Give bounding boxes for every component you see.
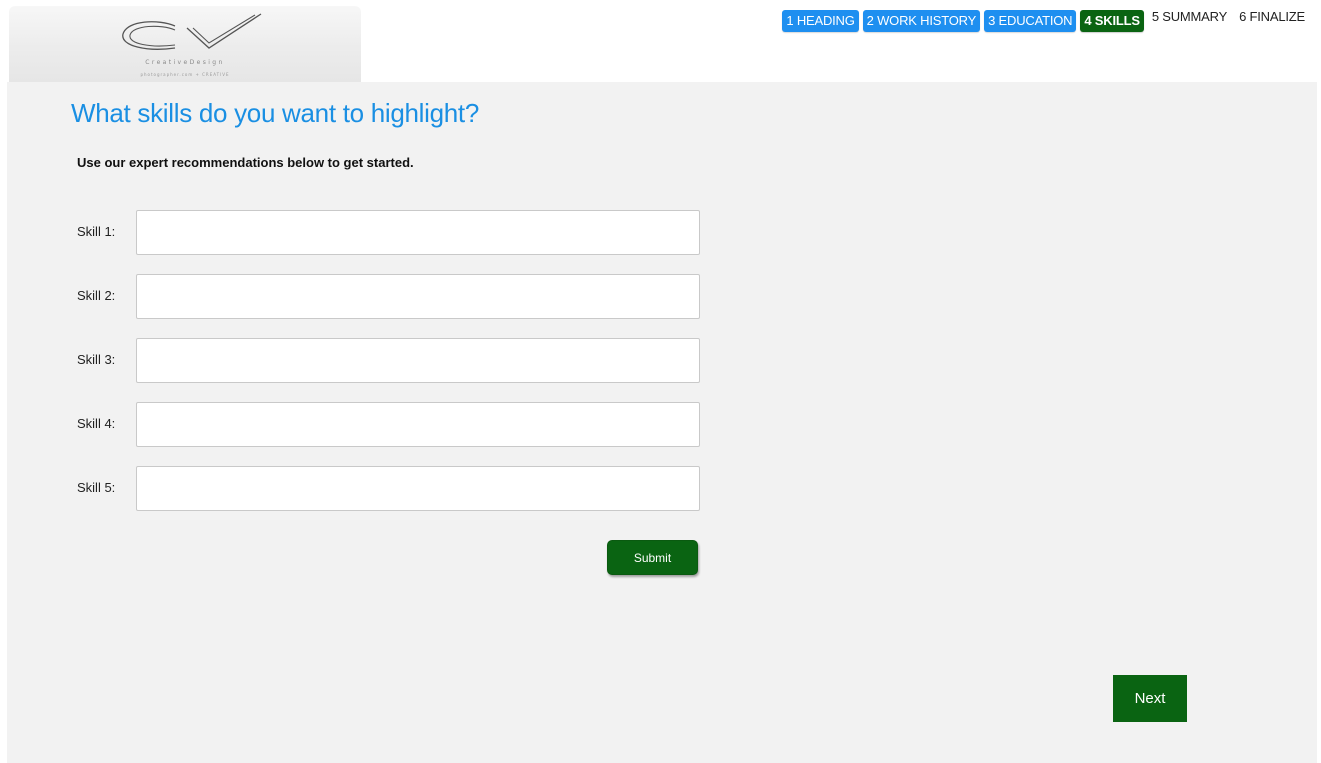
step-summary[interactable]: 5 SUMMARY (1148, 10, 1231, 28)
skill-5-label: Skill 5: (77, 480, 116, 495)
skill-2-label: Skill 2: (77, 288, 116, 303)
submit-button[interactable]: Submit (607, 540, 698, 575)
page-subtitle: Use our expert recommendations below to … (77, 155, 414, 170)
logo-subtext: photographer.com + CREATIVE (140, 72, 230, 77)
step-finalize[interactable]: 6 FINALIZE (1235, 10, 1309, 28)
skill-4-label: Skill 4: (77, 416, 116, 431)
step-navigation: 1 HEADING 2 WORK HISTORY 3 EDUCATION 4 S… (782, 10, 1309, 32)
cv-logo-mark-icon (122, 13, 262, 50)
skill-3-label: Skill 3: (77, 352, 116, 367)
skill-4-input[interactable] (136, 402, 700, 447)
step-work-history[interactable]: 2 WORK HISTORY (862, 10, 981, 32)
logo: CreativeDesign photographer.com + CREATI… (9, 6, 361, 82)
skill-1-input[interactable] (136, 210, 700, 255)
page: CreativeDesign photographer.com + CREATI… (0, 0, 1321, 763)
step-heading[interactable]: 1 HEADING (782, 10, 859, 32)
next-button[interactable]: Next (1113, 675, 1187, 722)
skill-2-input[interactable] (136, 274, 700, 319)
page-title: What skills do you want to highlight? (71, 98, 480, 128)
step-education[interactable]: 3 EDUCATION (984, 10, 1077, 32)
skill-5-input[interactable] (136, 466, 700, 511)
step-skills[interactable]: 4 SKILLS (1080, 10, 1144, 32)
skill-1-label: Skill 1: (77, 224, 116, 239)
skill-3-input[interactable] (136, 338, 700, 383)
logo-tagline: CreativeDesign (145, 59, 225, 66)
